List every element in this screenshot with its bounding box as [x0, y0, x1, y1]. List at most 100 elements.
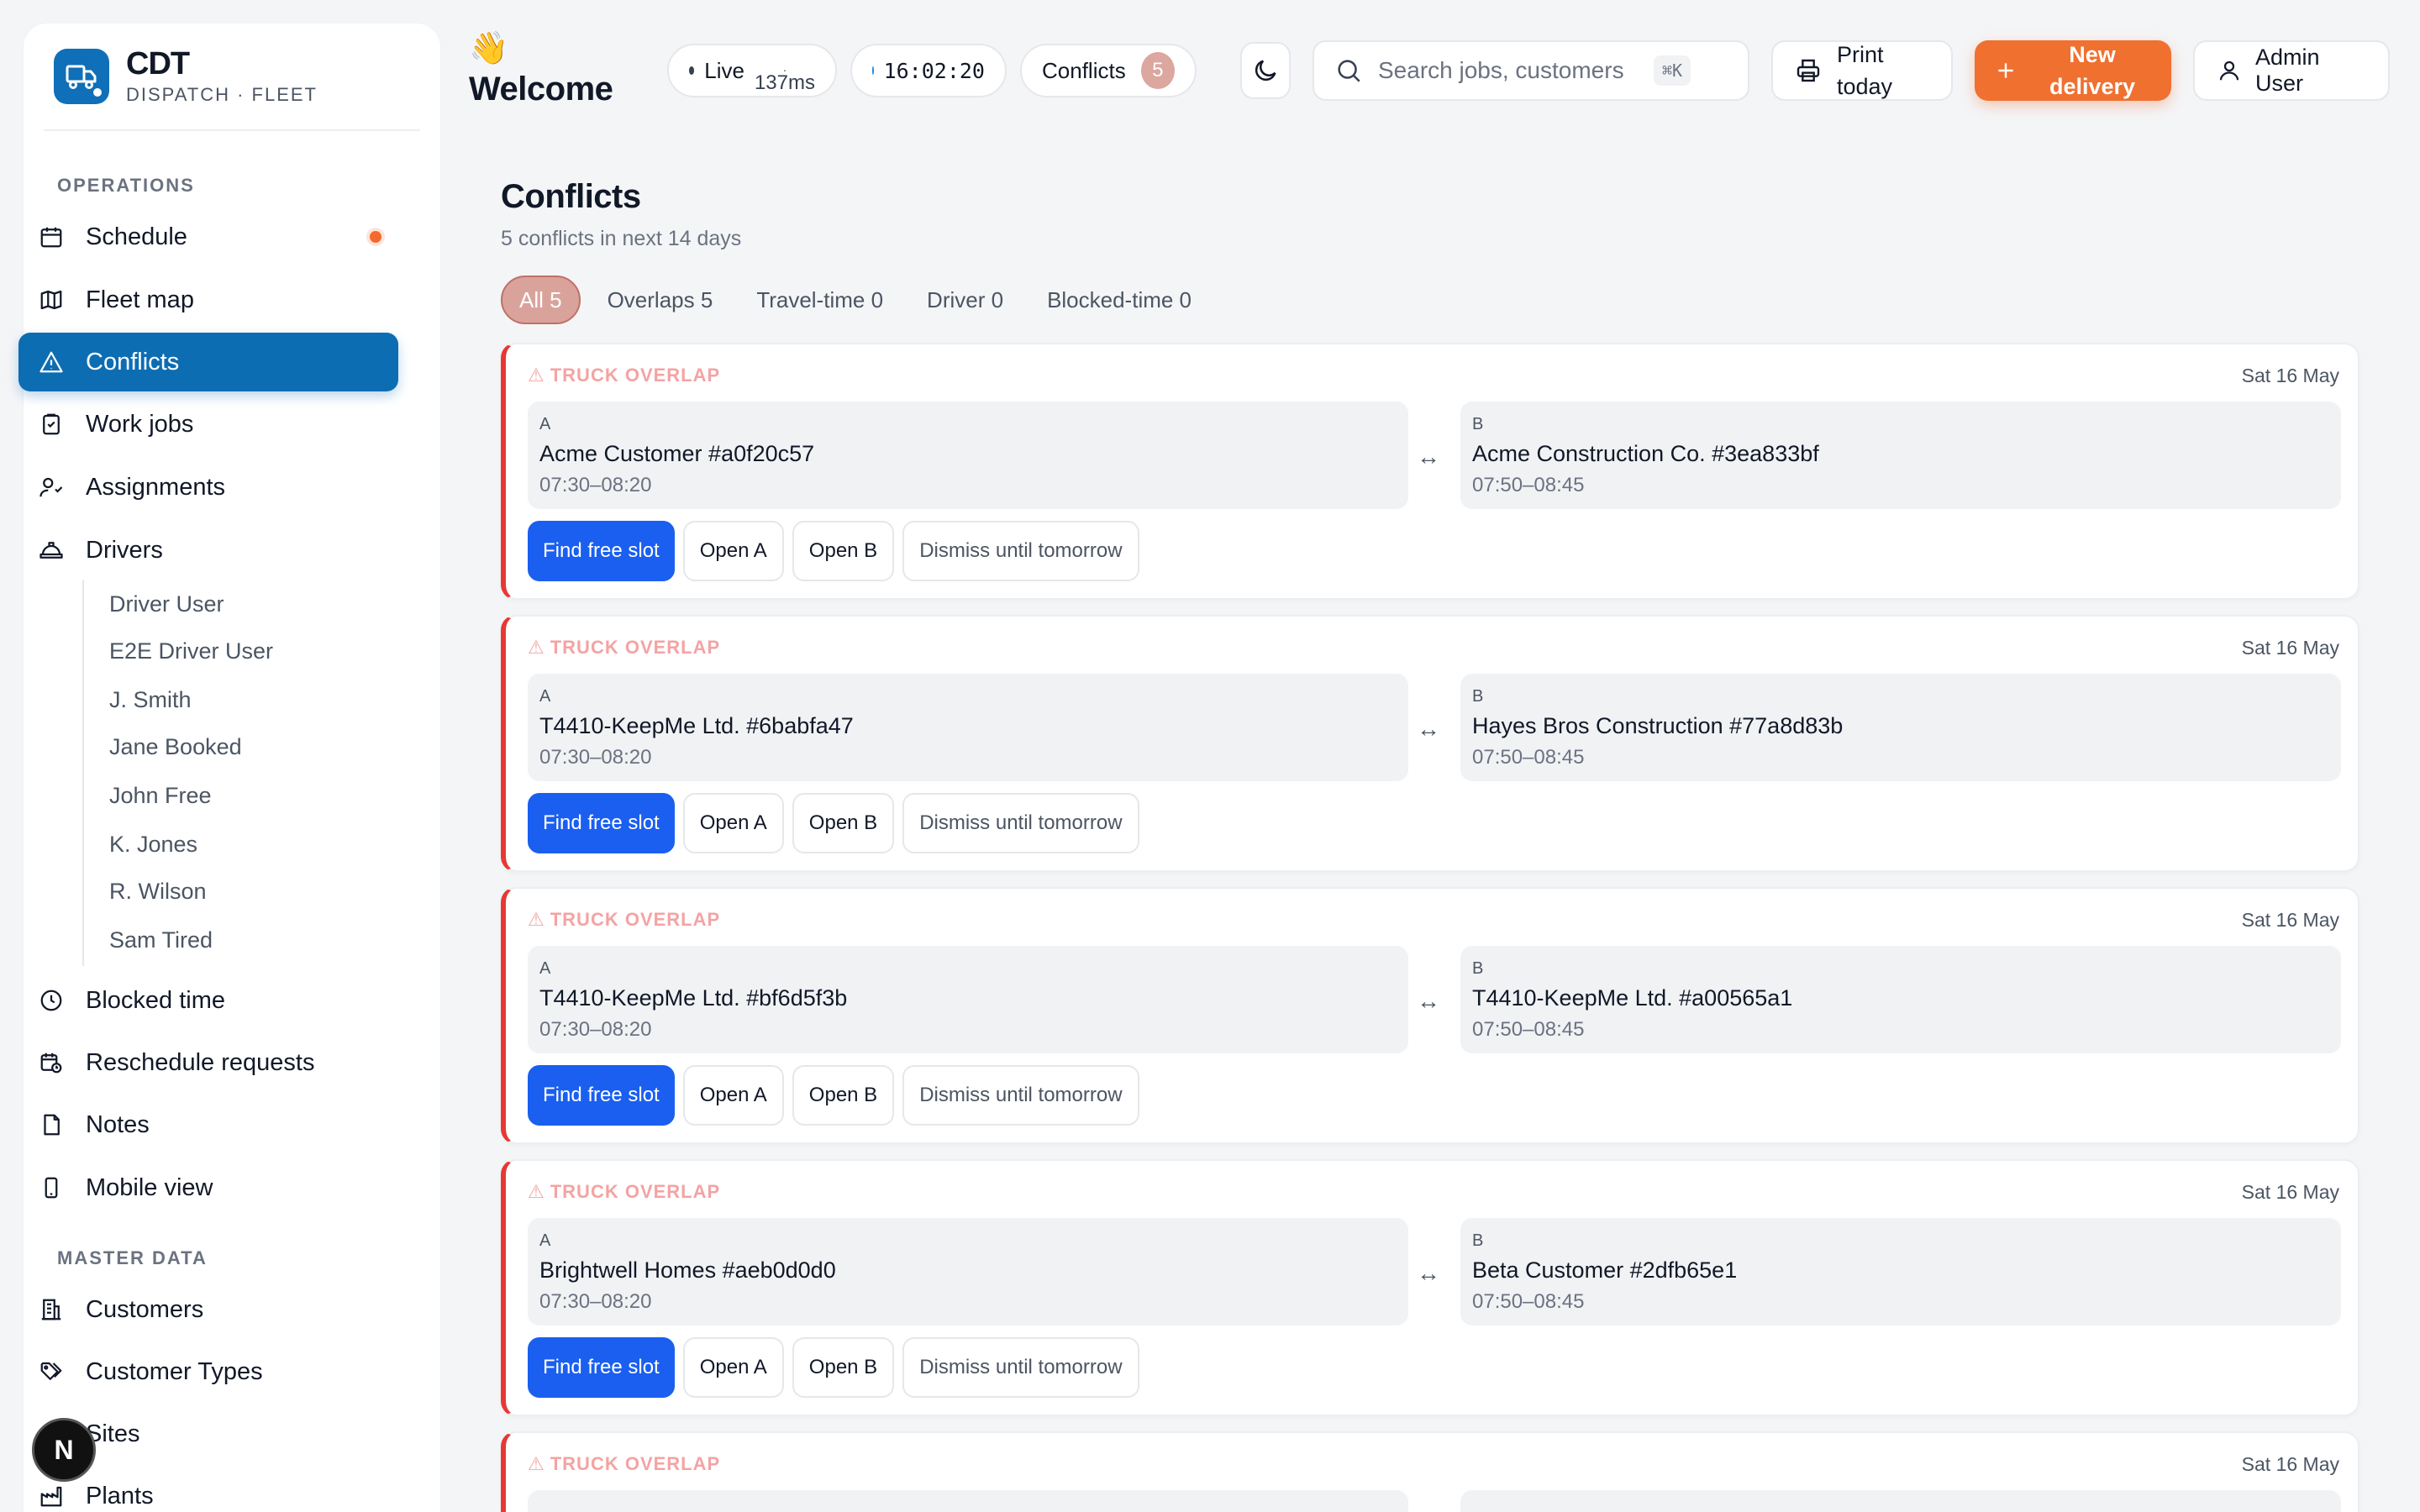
filter-all[interactable]: All 5: [501, 276, 581, 324]
search-input[interactable]: [1378, 57, 1639, 84]
live-status-pill[interactable]: Live · 137ms: [667, 44, 837, 97]
find-free-slot-button[interactable]: Find free slot: [528, 1337, 675, 1398]
latency-value: 137ms: [754, 71, 815, 94]
sidebar-item-drivers[interactable]: Drivers: [18, 521, 398, 580]
driver-item[interactable]: E2E Driver User: [109, 638, 273, 664]
sidebar-item-customer-types[interactable]: Customer Types: [18, 1342, 398, 1401]
sidebar-item-blocked-time[interactable]: Blocked time: [18, 971, 398, 1030]
brand[interactable]: CDT DISPATCH · FLEET: [44, 24, 420, 131]
job-a-slot[interactable]: A Brightwell Homes #aeb0d0d0 07:30–08:20: [528, 1218, 1408, 1326]
open-a-button[interactable]: Open A: [682, 793, 784, 853]
user-name: Admin User: [2255, 45, 2320, 96]
job-a-tag: A: [539, 1231, 551, 1250]
filter-driver[interactable]: Driver 0: [910, 276, 1020, 324]
driver-item[interactable]: Jane Booked: [109, 734, 242, 760]
driver-item[interactable]: R. Wilson: [109, 879, 207, 905]
user-menu-button[interactable]: Admin User: [2193, 40, 2390, 101]
filter-blocked-time[interactable]: Blocked-time 0: [1030, 276, 1208, 324]
job-a-time: 07:30–08:20: [539, 474, 652, 496]
sidebar-item-mobile-view[interactable]: Mobile view: [18, 1158, 398, 1217]
open-a-button[interactable]: Open A: [682, 1065, 784, 1126]
conflicts-pill-label: Conflicts: [1042, 57, 1126, 83]
clock-dot-icon: [872, 66, 874, 75]
hard-hat-icon: [37, 536, 66, 564]
brand-name: CDT: [126, 46, 190, 81]
dismiss-button[interactable]: Dismiss until tomorrow: [902, 793, 1139, 853]
sidebar-item-label: Reschedule requests: [86, 1048, 315, 1076]
sidebar-item-label: Customers: [86, 1295, 204, 1323]
conflict-actions: Find free slot Open A Open B Dismiss unt…: [528, 793, 1139, 853]
job-a-slot[interactable]: A Acme Customer #a0f20c57 07:30–08:20: [528, 402, 1408, 509]
clock-pill: 16:02:20: [850, 44, 1007, 97]
swap-arrow-icon: ↔: [1417, 1260, 1440, 1286]
factory-icon: [37, 1482, 66, 1510]
job-b-slot[interactable]: B Hayes Bros Construction #77a8d83b 07:5…: [1460, 674, 2341, 781]
new-label-line1: New: [2069, 42, 2116, 67]
sidebar-item-conflicts[interactable]: Conflicts: [18, 333, 398, 391]
filter-overlaps[interactable]: Overlaps 5: [591, 276, 730, 324]
conflict-card: ⚠ TRUCK OVERLAP Sat 16 May: [501, 1431, 2360, 1512]
driver-item[interactable]: K. Jones: [109, 832, 197, 858]
job-a-time: 07:30–08:20: [539, 1018, 652, 1041]
job-a-tag: A: [539, 959, 551, 978]
find-free-slot-button[interactable]: Find free slot: [528, 1065, 675, 1126]
conflict-date: Sat 16 May: [2241, 909, 2339, 931]
conflict-date: Sat 16 May: [2241, 365, 2339, 386]
sidebar-item-assignments[interactable]: Assignments: [18, 458, 398, 517]
calendar-icon: [37, 223, 66, 251]
open-a-button[interactable]: Open A: [682, 521, 784, 581]
new-delivery-button[interactable]: New delivery: [1975, 40, 2171, 101]
assistant-launcher-button[interactable]: N: [32, 1418, 96, 1482]
theme-toggle-button[interactable]: [1240, 42, 1291, 99]
job-b-slot[interactable]: B Beta Customer #2dfb65e1 07:50–08:45: [1460, 1218, 2341, 1326]
print-today-button[interactable]: Print today: [1771, 40, 1953, 101]
sidebar-item-work-jobs[interactable]: Work jobs: [18, 395, 398, 454]
search-icon: [1334, 56, 1363, 85]
brand-subtitle: DISPATCH · FLEET: [126, 84, 318, 105]
sidebar-item-fleet-map[interactable]: Fleet map: [18, 270, 398, 329]
open-b-button[interactable]: Open B: [792, 521, 895, 581]
driver-item[interactable]: Sam Tired: [109, 927, 213, 953]
job-a-slot[interactable]: A T4410-KeepMe Ltd. #6babfa47 07:30–08:2…: [528, 674, 1408, 781]
driver-item[interactable]: John Free: [109, 783, 212, 809]
notification-dot: [370, 231, 381, 243]
find-free-slot-button[interactable]: Find free slot: [528, 521, 675, 581]
sidebar-item-customers[interactable]: Customers: [18, 1280, 398, 1339]
clock-icon: [37, 986, 66, 1015]
find-free-slot-button[interactable]: Find free slot: [528, 793, 675, 853]
open-a-button[interactable]: Open A: [682, 1337, 784, 1398]
sidebar-item-notes[interactable]: Notes: [18, 1095, 398, 1154]
job-b-name: Hayes Bros Construction #77a8d83b: [1472, 713, 1844, 738]
conflict-kind: ⚠ TRUCK OVERLAP: [528, 637, 721, 658]
user-assign-icon: [37, 473, 66, 501]
conflict-filter-tabs: All 5 Overlaps 5 Travel-time 0 Driver 0 …: [501, 276, 1208, 324]
dismiss-button[interactable]: Dismiss until tomorrow: [902, 1065, 1139, 1126]
filter-travel-time[interactable]: Travel-time 0: [739, 276, 900, 324]
tags-icon: [37, 1357, 66, 1386]
job-a-time: 07:30–08:20: [539, 1290, 652, 1313]
job-a-slot[interactable]: [528, 1490, 1408, 1512]
job-b-slot[interactable]: [1460, 1490, 2341, 1512]
search-box[interactable]: ⌘K: [1313, 40, 1749, 101]
dismiss-button[interactable]: Dismiss until tomorrow: [902, 1337, 1139, 1398]
open-b-button[interactable]: Open B: [792, 793, 895, 853]
welcome-header: 👋 Welcome: [469, 30, 613, 108]
open-b-button[interactable]: Open B: [792, 1065, 895, 1126]
job-a-slot[interactable]: A T4410-KeepMe Ltd. #bf6d5f3b 07:30–08:2…: [528, 946, 1408, 1053]
page-subtitle: 5 conflicts in next 14 days: [501, 227, 742, 250]
clock-value: 16:02:20: [883, 58, 985, 83]
job-a-name: Acme Customer #a0f20c57: [539, 441, 815, 466]
open-b-button[interactable]: Open B: [792, 1337, 895, 1398]
job-b-name: Acme Construction Co. #3ea833bf: [1472, 441, 1819, 466]
conflicts-pill[interactable]: Conflicts 5: [1020, 44, 1197, 97]
sidebar-item-schedule[interactable]: Schedule: [18, 207, 398, 266]
user-icon: [2217, 58, 2242, 83]
dismiss-button[interactable]: Dismiss until tomorrow: [902, 521, 1139, 581]
job-a-name: T4410-KeepMe Ltd. #bf6d5f3b: [539, 985, 848, 1011]
job-b-slot[interactable]: B T4410-KeepMe Ltd. #a00565a1 07:50–08:4…: [1460, 946, 2341, 1053]
sidebar-item-reschedule-requests[interactable]: Reschedule requests: [18, 1033, 398, 1092]
job-b-slot[interactable]: B Acme Construction Co. #3ea833bf 07:50–…: [1460, 402, 2341, 509]
driver-item[interactable]: Driver User: [109, 591, 224, 617]
sidebar-item-label: Blocked time: [86, 986, 226, 1014]
driver-item[interactable]: J. Smith: [109, 687, 192, 713]
